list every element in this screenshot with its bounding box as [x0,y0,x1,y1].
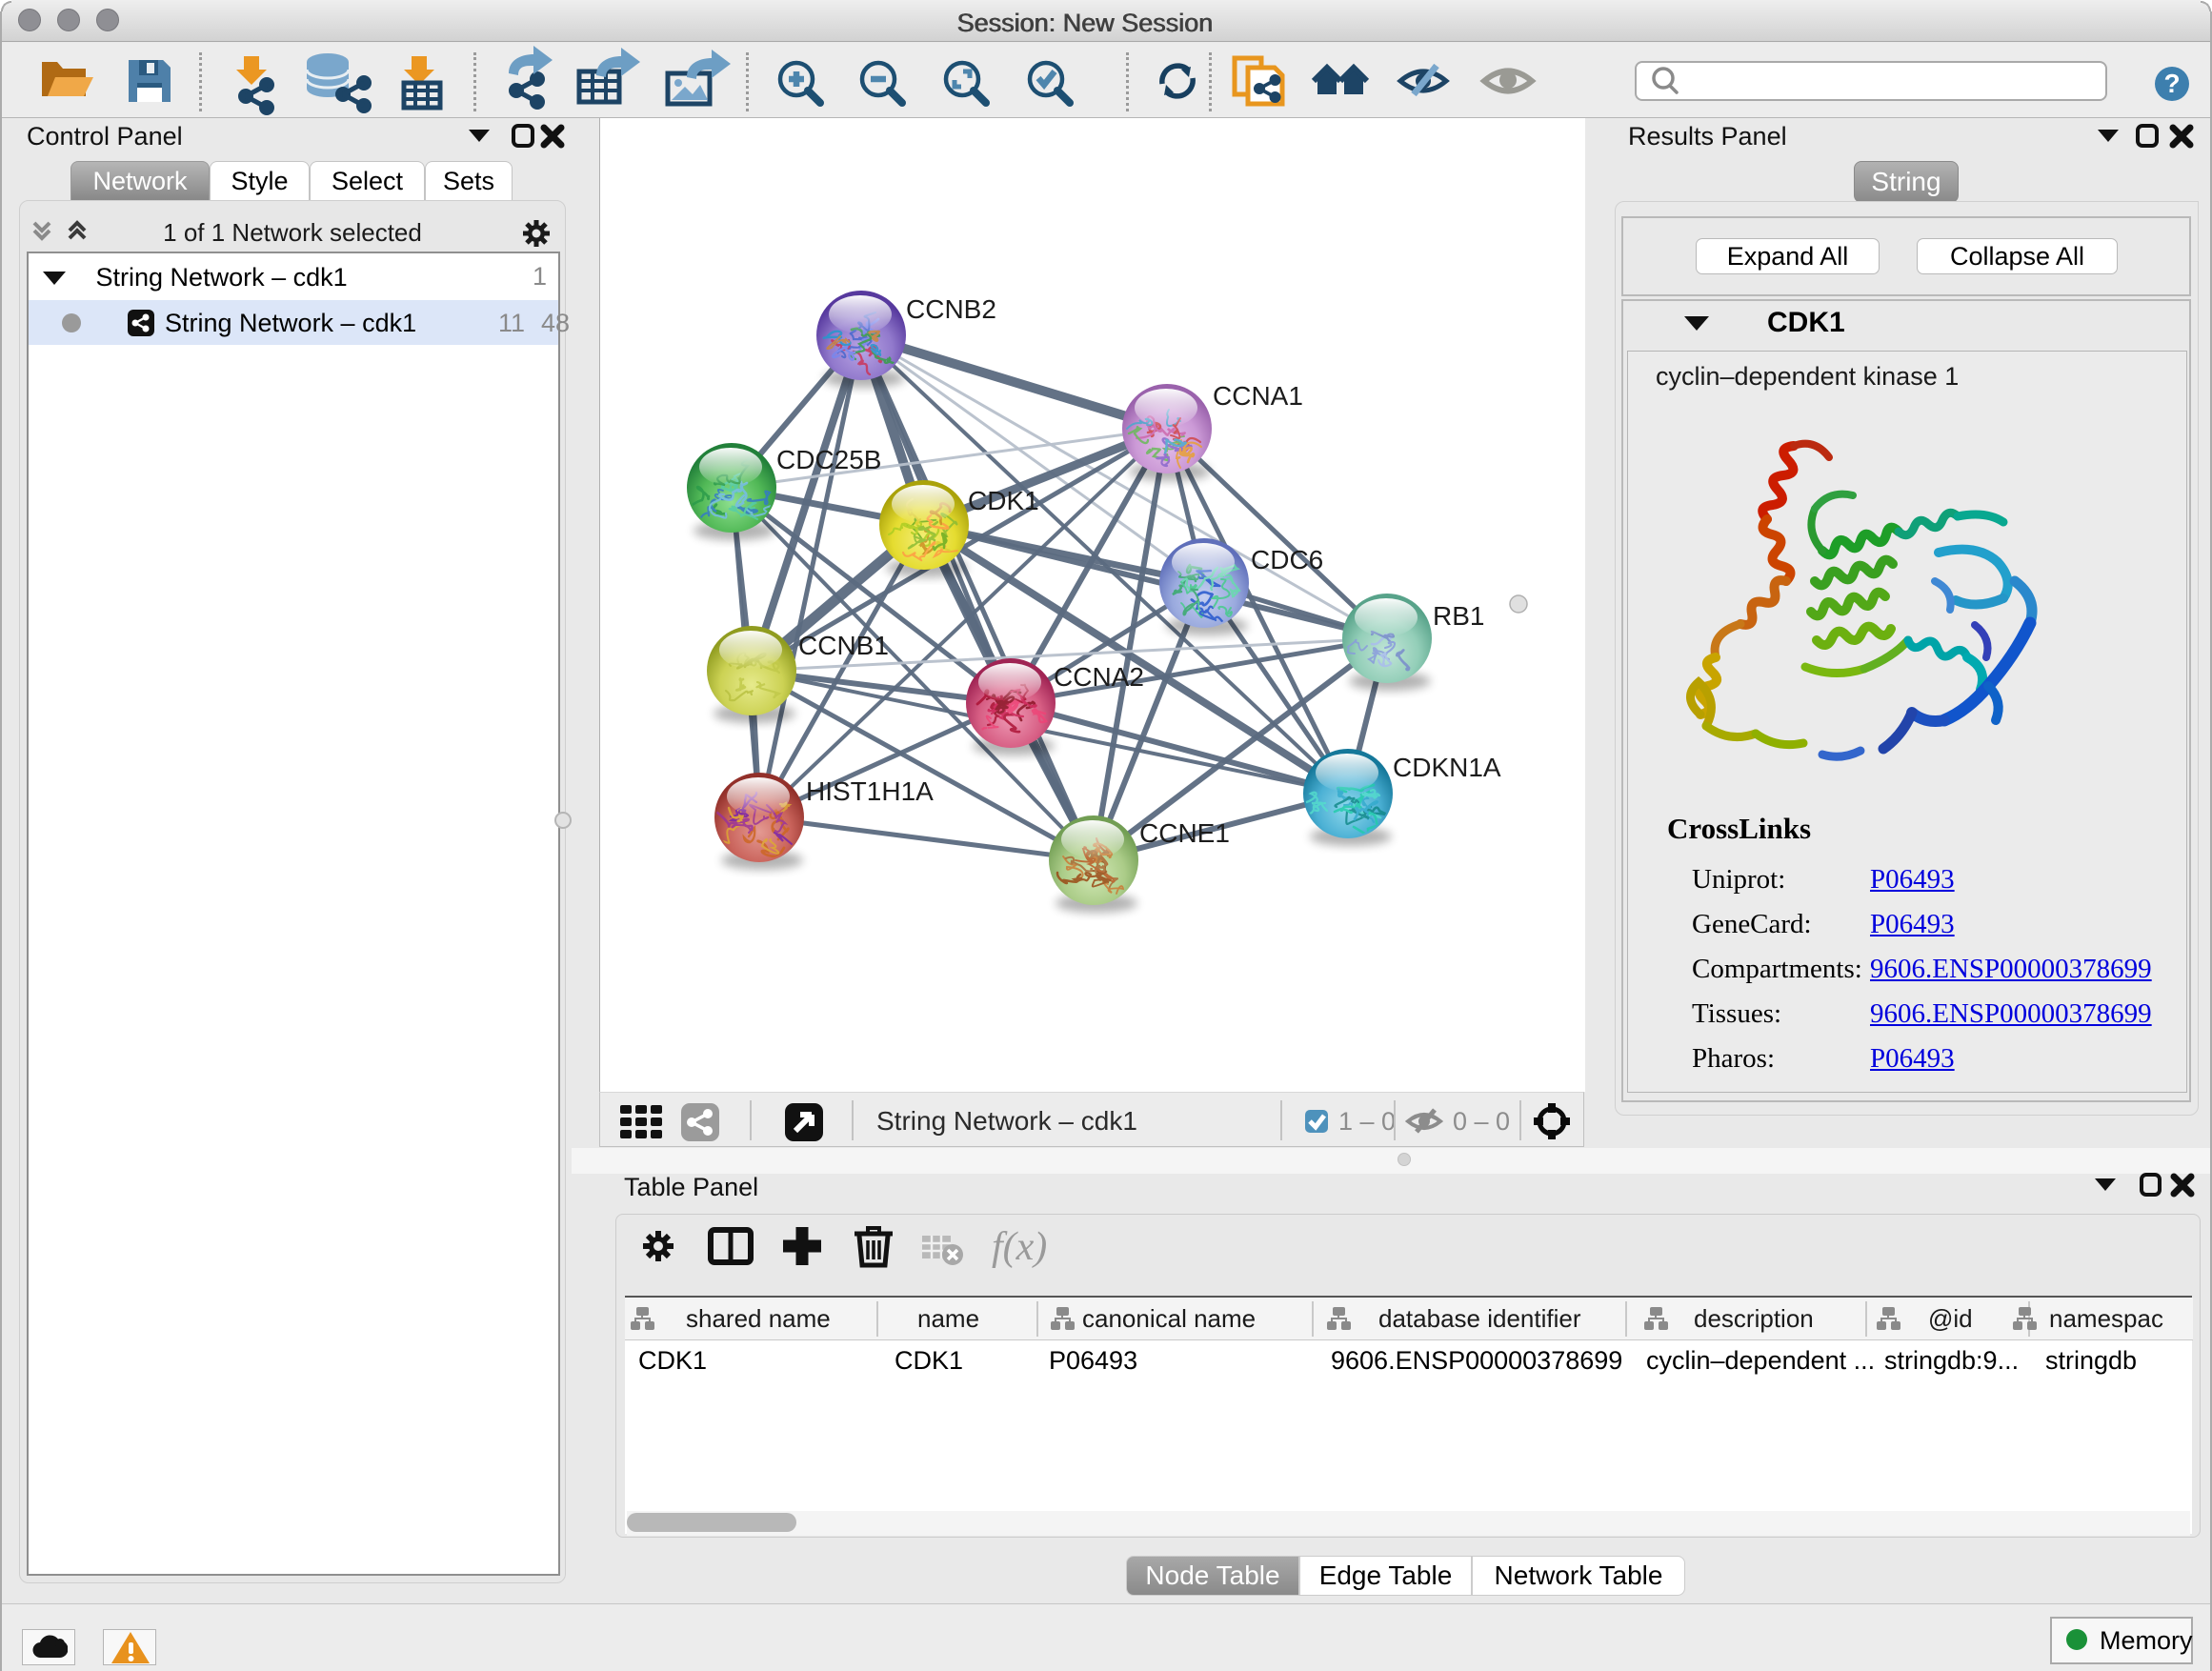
svg-text:CCNB2: CCNB2 [906,294,996,324]
svg-text:@id: @id [1928,1304,1973,1333]
svg-text:canonical name: canonical name [1082,1304,1256,1333]
svg-text:CCNA2: CCNA2 [1054,662,1144,692]
svg-text:CDC25B: CDC25B [776,445,881,474]
svg-text:1 – 0: 1 – 0 [1338,1107,1396,1136]
svg-text:CCNE1: CCNE1 [1139,818,1230,848]
svg-text:f(x): f(x) [992,1225,1047,1269]
svg-text:stringdb:9...: stringdb:9... [1884,1346,2019,1375]
svg-text:RB1: RB1 [1433,601,1484,631]
svg-text:String Network – cdk1: String Network – cdk1 [876,1106,1137,1136]
svg-text:CDKN1A: CDKN1A [1393,753,1501,782]
svg-text:CCNB1: CCNB1 [798,631,889,660]
svg-text:9606.ENSP00000378699: 9606.ENSP00000378699 [1331,1346,1622,1375]
svg-text:shared name: shared name [686,1304,831,1333]
svg-text:database identifier: database identifier [1378,1304,1581,1333]
svg-text:cyclin–dependent ...: cyclin–dependent ... [1646,1346,1875,1375]
svg-text:CDK1: CDK1 [638,1346,707,1375]
svg-text:0 – 0: 0 – 0 [1453,1107,1510,1136]
svg-text:description: description [1694,1304,1814,1333]
svg-text:CCNA1: CCNA1 [1213,381,1303,411]
svg-text:CDK1: CDK1 [895,1346,963,1375]
svg-text:name: name [917,1304,979,1333]
svg-text:HIST1H1A: HIST1H1A [806,776,934,806]
svg-text:CDK1: CDK1 [968,486,1039,515]
svg-text:stringdb: stringdb [2045,1346,2137,1375]
svg-text:namespac: namespac [2049,1304,2163,1333]
svg-text:P06493: P06493 [1049,1346,1137,1375]
svg-text:CDC6: CDC6 [1251,545,1323,574]
